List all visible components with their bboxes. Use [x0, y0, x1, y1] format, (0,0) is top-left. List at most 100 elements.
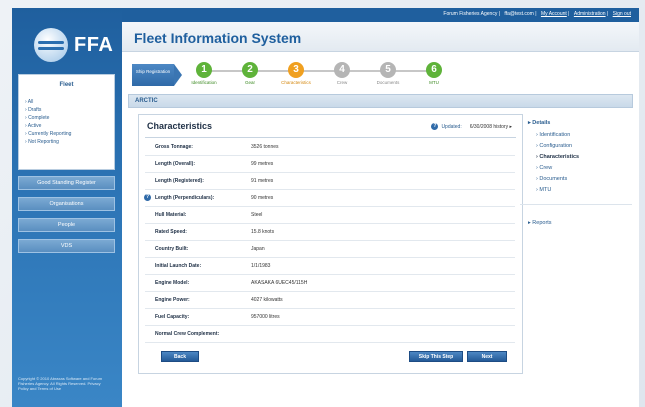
divider: [520, 204, 632, 205]
sidebar-item-drafts[interactable]: › Drafts: [25, 106, 114, 114]
field-value: Japan: [251, 246, 265, 252]
sidebar-item-not-reporting[interactable]: › Not Reporting: [25, 138, 114, 146]
field-label: Gross Tonnage:: [155, 144, 193, 150]
back-button[interactable]: Back: [161, 351, 199, 362]
details-nav: ▸ Details › Identification › Configurati…: [520, 120, 632, 213]
field-label: Length (Perpendiculars):: [155, 195, 215, 201]
field-value: 90 metres: [251, 195, 274, 201]
field-label: Length (Registered):: [155, 178, 204, 184]
info-icon[interactable]: ?: [431, 123, 439, 130]
details-item-characteristics[interactable]: › Characteristics: [536, 152, 632, 163]
step-identification[interactable]: 1 Identification: [184, 62, 224, 85]
people-button[interactable]: People: [18, 218, 115, 232]
sign-out-link[interactable]: Sign out: [613, 11, 631, 17]
panel-title: Characteristics: [147, 121, 213, 131]
field-row: Fuel Capacity: 957000 litres: [145, 309, 515, 326]
step-label: Characteristics: [281, 80, 311, 85]
step-current[interactable]: Ship Registration: [132, 64, 182, 86]
field-value: 957000 litres: [251, 314, 280, 320]
field-label: Normal Crew Complement:: [155, 331, 220, 337]
sidebar: FFA Fleet › All › Drafts › Complete › Ac…: [12, 8, 122, 407]
next-button[interactable]: Next: [467, 351, 507, 362]
step-crew[interactable]: 4 Crew: [322, 62, 362, 85]
ffa-logo[interactable]: FFA: [34, 28, 113, 62]
reports-link[interactable]: ▸ Reports: [528, 220, 552, 226]
step-label: Documents: [376, 80, 400, 85]
field-row: ? Length (Perpendiculars): 90 metres: [144, 190, 515, 207]
field-value: 15.8 knots: [251, 229, 275, 235]
field-value: 99 metres: [251, 161, 274, 167]
step-characteristics[interactable]: 3 Characteristics: [276, 62, 316, 85]
field-row: Engine Model: AKASAKA 6UEC45/115H: [145, 275, 515, 292]
field-label: Engine Model:: [155, 280, 190, 286]
my-account-link[interactable]: My Account: [541, 11, 567, 17]
top-links: Forum Fisheries Agency | ffa@test.com | …: [443, 11, 631, 17]
administration-link[interactable]: Administration: [574, 11, 606, 17]
field-label: Hull Material:: [155, 212, 187, 218]
wizard-steps: Ship Registration 1 Identification 2 Gea…: [132, 62, 632, 92]
step-gear[interactable]: 2 Gear: [230, 62, 270, 85]
organisations-button[interactable]: Organisations: [18, 197, 115, 211]
field-label: Country Built:: [155, 246, 189, 252]
field-label: Rated Speed:: [155, 229, 187, 235]
top-bar: Forum Fisheries Agency | ffa@test.com | …: [122, 8, 639, 22]
field-label: Fuel Capacity:: [155, 314, 190, 320]
field-row: Normal Crew Complement:: [145, 326, 515, 343]
vds-button[interactable]: VDS: [18, 239, 115, 253]
sidebar-item-currently-reporting[interactable]: › Currently Reporting: [25, 130, 114, 138]
updated-info: ? Updated: 6/30/2008 history ▸: [431, 123, 512, 130]
field-row: Initial Launch Date: 1/1/1983: [145, 258, 515, 275]
step-number: 1: [196, 62, 212, 78]
vessel-name-bar: ARCTIC: [128, 94, 633, 108]
skip-step-button[interactable]: Skip This Step: [409, 351, 463, 362]
field-value: 3526 tonnes: [251, 144, 279, 150]
step-number: 3: [288, 62, 304, 78]
details-item-configuration[interactable]: › Configuration: [536, 141, 632, 152]
title-bar: Fleet Information System: [122, 22, 639, 52]
step-number: 5: [380, 62, 396, 78]
step-label: Gear: [244, 80, 255, 85]
details-header[interactable]: ▸ Details: [528, 120, 632, 126]
email-link[interactable]: ffa@test.com: [504, 11, 533, 17]
step-number: 2: [242, 62, 258, 78]
field-value: Steel: [251, 212, 263, 218]
app-title: Fleet Information System: [134, 30, 302, 46]
field-row: Hull Material: Steel: [145, 207, 515, 224]
details-item-documents[interactable]: › Documents: [536, 174, 632, 185]
sidebar-item-active[interactable]: › Active: [25, 122, 114, 130]
details-item-identification[interactable]: › Identification: [536, 130, 632, 141]
field-value: AKASAKA 6UEC45/115H: [251, 280, 308, 286]
field-row: Country Built: Japan: [145, 241, 515, 258]
good-standing-register-button[interactable]: Good Standing Register: [18, 176, 115, 190]
field-value: 1/1/1983: [251, 263, 271, 269]
sidebar-item-all[interactable]: › All: [25, 98, 114, 106]
characteristics-panel: Characteristics ? Updated: 6/30/2008 his…: [138, 114, 523, 374]
org-link[interactable]: Forum Fisheries Agency: [443, 11, 497, 17]
step-number: 6: [426, 62, 442, 78]
field-label: Engine Power:: [155, 297, 190, 303]
field-row: Length (Overall): 99 metres: [145, 156, 515, 173]
updated-label: Updated:: [441, 123, 462, 130]
field-value: 4027 kilowatts: [251, 297, 283, 303]
fleet-title[interactable]: Fleet: [19, 75, 114, 88]
field-row: Gross Tonnage: 3526 tonnes: [145, 139, 515, 156]
field-row: Rated Speed: 15.8 knots: [145, 224, 515, 241]
field-value: 91 metres: [251, 178, 274, 184]
step-label: Crew: [336, 80, 348, 85]
details-item-crew[interactable]: › Crew: [536, 163, 632, 174]
field-label: Initial Launch Date:: [155, 263, 202, 269]
sidebar-item-complete[interactable]: › Complete: [25, 114, 114, 122]
field-label: Length (Overall):: [155, 161, 196, 167]
step-label: Identification: [191, 80, 217, 85]
step-label: MTU: [429, 80, 439, 85]
history-dropdown[interactable]: 6/30/2008 history ▸: [470, 124, 512, 130]
details-item-mtu[interactable]: › MTU: [536, 185, 632, 196]
info-icon[interactable]: ?: [144, 194, 151, 201]
step-number: 4: [334, 62, 350, 78]
field-row: Length (Registered): 91 metres: [145, 173, 515, 190]
logo-text: FFA: [74, 33, 114, 56]
fleet-nav: Fleet › All › Drafts › Complete › Active…: [18, 74, 115, 170]
globe-icon: [34, 28, 68, 62]
step-documents[interactable]: 5 Documents: [368, 62, 408, 85]
step-mtu[interactable]: 6 MTU: [414, 62, 454, 85]
